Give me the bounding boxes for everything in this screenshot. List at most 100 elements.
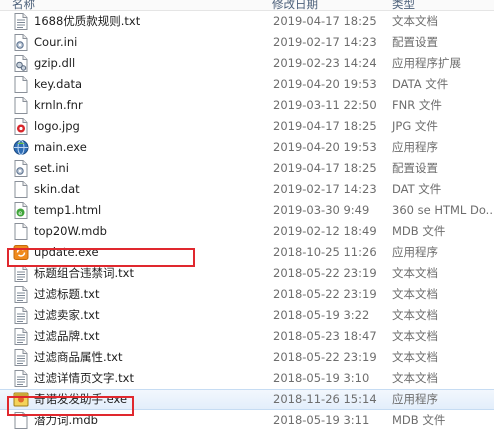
- file-name[interactable]: update.exe: [34, 242, 99, 263]
- file-list: 1688优质款规则.txt 2019-04-17 18:25 文本文档 Cour.in…: [0, 11, 494, 431]
- blank-file-icon: [13, 97, 29, 114]
- file-type: MDB 文件: [392, 413, 446, 427]
- file-date: 2018-05-19 3:22: [273, 308, 370, 322]
- file-row[interactable]: 过滤卖家.txt 2018-05-19 3:22 文本文档: [0, 305, 494, 326]
- file-row[interactable]: key.data 2019-04-20 19:53 DATA 文件: [0, 74, 494, 95]
- file-date: 2018-10-25 11:26: [273, 245, 377, 259]
- file-row[interactable]: set.ini 2019-04-17 18:25 配置设置: [0, 158, 494, 179]
- file-type: DATA 文件: [392, 77, 449, 91]
- file-row[interactable]: e temp1.html 2019-03-30 9:49 360 se HTML Do…: [0, 200, 494, 221]
- text-file-icon: [13, 349, 29, 366]
- column-header: 名称 修改日期 类型: [0, 0, 494, 11]
- file-name[interactable]: 潜力词.mdb: [34, 410, 98, 431]
- file-type: 文本文档: [392, 14, 438, 28]
- file-row[interactable]: logo.jpg 2019-04-17 18:25 JPG 文件: [0, 116, 494, 137]
- text-file-icon: [13, 13, 29, 30]
- blank-file-icon: [13, 181, 29, 198]
- file-type: 应用程序: [392, 140, 438, 154]
- config-file-icon: [13, 34, 29, 51]
- file-row[interactable]: 标题组合违禁词.txt 2018-05-22 23:19 文本文档: [0, 263, 494, 284]
- file-type: 文本文档: [392, 329, 438, 343]
- file-type: JPG 文件: [392, 119, 438, 133]
- file-date: 2019-02-23 14:24: [273, 56, 377, 70]
- file-date: 2019-02-17 14:23: [273, 182, 377, 196]
- helper-app-icon: [13, 391, 29, 408]
- file-date: 2019-04-17 18:25: [273, 161, 377, 175]
- text-file-icon: [13, 307, 29, 324]
- file-name[interactable]: main.exe: [34, 137, 87, 158]
- file-row[interactable]: skin.dat 2019-02-17 14:23 DAT 文件: [0, 179, 494, 200]
- file-row[interactable]: 奇诺发发助手.exe 2018-11-26 15:14 应用程序: [0, 389, 494, 410]
- file-row[interactable]: top20W.mdb 2019-02-12 18:49 MDB 文件: [0, 221, 494, 242]
- file-name[interactable]: 过滤品牌.txt: [34, 326, 99, 347]
- file-name[interactable]: top20W.mdb: [34, 221, 107, 242]
- file-row[interactable]: Cour.ini 2019-02-17 14:23 配置设置: [0, 32, 494, 53]
- file-name[interactable]: key.data: [34, 74, 82, 95]
- file-name[interactable]: 过滤卖家.txt: [34, 305, 99, 326]
- file-type: MDB 文件: [392, 224, 446, 238]
- file-type: DAT 文件: [392, 182, 442, 196]
- file-name[interactable]: 标题组合违禁词.txt: [34, 263, 134, 284]
- file-date: 2019-04-20 19:53: [273, 77, 377, 91]
- file-name[interactable]: 1688优质款规则.txt: [34, 11, 140, 32]
- file-type: 360 se HTML Do...: [392, 203, 494, 217]
- text-file-icon: [13, 286, 29, 303]
- file-type: 应用程序: [392, 392, 438, 406]
- file-type: 应用程序扩展: [392, 56, 461, 70]
- file-row[interactable]: krnln.fnr 2019-03-11 22:50 FNR 文件: [0, 95, 494, 116]
- file-name[interactable]: temp1.html: [34, 200, 101, 221]
- html-file-icon: e: [13, 202, 29, 219]
- blank-file-icon: [13, 412, 29, 429]
- file-name[interactable]: gzip.dll: [34, 53, 75, 74]
- file-row[interactable]: gzip.dll 2019-02-23 14:24 应用程序扩展: [0, 53, 494, 74]
- file-type: 配置设置: [392, 161, 438, 175]
- config-file-icon: [13, 160, 29, 177]
- text-file-icon: [13, 265, 29, 282]
- file-date: 2018-05-22 23:19: [273, 266, 377, 280]
- file-type: FNR 文件: [392, 98, 442, 112]
- file-type: 应用程序: [392, 245, 438, 259]
- file-date: 2018-05-19 3:10: [273, 371, 370, 385]
- file-name[interactable]: 过滤商品属性.txt: [34, 347, 122, 368]
- column-header-type[interactable]: 类型: [392, 0, 415, 10]
- file-row[interactable]: 过滤商品属性.txt 2018-05-22 23:19 文本文档: [0, 347, 494, 368]
- svg-text:e: e: [18, 209, 22, 217]
- file-date: 2019-03-11 22:50: [273, 98, 377, 112]
- column-header-date[interactable]: 修改日期: [272, 0, 318, 10]
- image-file-icon: [13, 118, 29, 135]
- file-name[interactable]: 过滤标题.txt: [34, 284, 99, 305]
- file-row[interactable]: 1688优质款规则.txt 2019-04-17 18:25 文本文档: [0, 11, 494, 32]
- file-type: 配置设置: [392, 35, 438, 49]
- file-name[interactable]: krnln.fnr: [34, 95, 83, 116]
- file-date: 2018-05-23 18:47: [273, 329, 377, 343]
- file-row[interactable]: 过滤品牌.txt 2018-05-23 18:47 文本文档: [0, 326, 494, 347]
- file-type: 文本文档: [392, 308, 438, 322]
- file-name[interactable]: 过滤详情页文字.txt: [34, 368, 134, 389]
- file-type: 文本文档: [392, 350, 438, 364]
- file-date: 2018-05-22 23:19: [273, 350, 377, 364]
- file-date: 2018-11-26 15:14: [273, 392, 377, 406]
- file-date: 2018-05-19 3:11: [273, 413, 370, 427]
- text-file-icon: [13, 370, 29, 387]
- file-row[interactable]: update.exe 2018-10-25 11:26 应用程序: [0, 242, 494, 263]
- file-date: 2019-03-30 9:49: [273, 203, 370, 217]
- file-date: 2019-04-20 19:53: [273, 140, 377, 154]
- column-header-name[interactable]: 名称: [12, 0, 35, 10]
- file-name[interactable]: skin.dat: [34, 179, 80, 200]
- dll-file-icon: [13, 55, 29, 72]
- app-globe-icon: [13, 139, 29, 156]
- file-row[interactable]: 过滤详情页文字.txt 2018-05-19 3:10 文本文档: [0, 368, 494, 389]
- update-app-icon: [13, 244, 29, 261]
- file-name[interactable]: Cour.ini: [34, 32, 77, 53]
- file-type: 文本文档: [392, 287, 438, 301]
- file-type: 文本文档: [392, 371, 438, 385]
- file-name[interactable]: set.ini: [34, 158, 69, 179]
- file-name[interactable]: 奇诺发发助手.exe: [34, 390, 127, 409]
- file-date: 2019-04-17 18:25: [273, 14, 377, 28]
- file-name[interactable]: logo.jpg: [34, 116, 80, 137]
- file-row[interactable]: 过滤标题.txt 2018-05-22 23:19 文本文档: [0, 284, 494, 305]
- file-date: 2019-04-17 18:25: [273, 119, 377, 133]
- file-row[interactable]: main.exe 2019-04-20 19:53 应用程序: [0, 137, 494, 158]
- file-row[interactable]: 潜力词.mdb 2018-05-19 3:11 MDB 文件: [0, 410, 494, 431]
- file-type: 文本文档: [392, 266, 438, 280]
